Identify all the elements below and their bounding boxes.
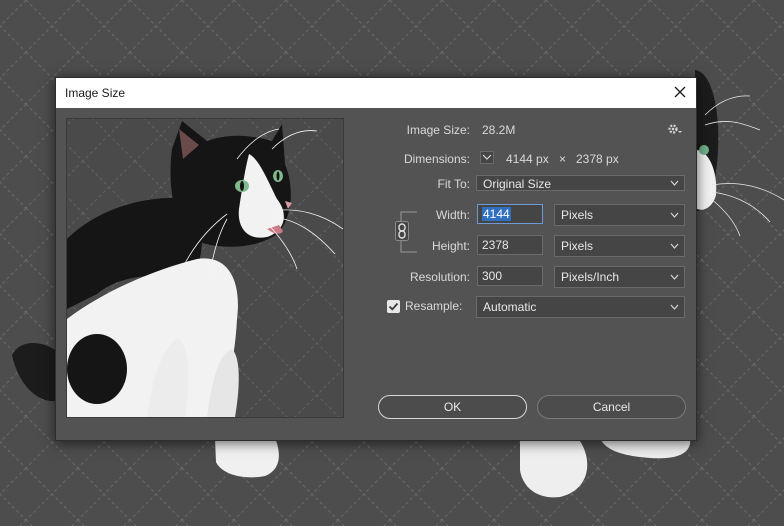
resolution-label: Resolution: xyxy=(409,270,470,284)
close-icon[interactable] xyxy=(670,82,690,102)
image-size-dialog: Image Size Image Size: 28.2M Dimensions:… xyxy=(55,77,697,441)
resolution-unit-value: Pixels/Inch xyxy=(561,270,620,284)
width-input-value: 4144 xyxy=(482,207,511,221)
height-input[interactable]: 2378 xyxy=(477,235,543,255)
checkmark-icon xyxy=(388,302,399,311)
fit-to-value: Original Size xyxy=(483,177,552,191)
resample-checkbox[interactable] xyxy=(387,300,400,313)
fit-to-label: Fit To: xyxy=(437,177,470,191)
dialog-titlebar: Image Size xyxy=(56,78,696,108)
cat-preview-image xyxy=(67,119,343,417)
height-label: Height: xyxy=(431,239,470,253)
link-icon[interactable] xyxy=(395,221,409,241)
width-label: Width: xyxy=(435,208,470,222)
image-preview[interactable] xyxy=(66,118,344,418)
chevron-down-icon xyxy=(670,243,679,249)
chevron-down-icon xyxy=(670,274,679,280)
height-unit-select[interactable]: Pixels xyxy=(554,235,685,257)
image-size-value: 28.2M xyxy=(482,123,516,137)
chevron-down-icon xyxy=(670,304,679,310)
height-unit-value: Pixels xyxy=(561,239,594,253)
ok-button[interactable]: OK xyxy=(378,395,527,419)
resample-select[interactable]: Automatic xyxy=(476,296,685,318)
dialog-title: Image Size xyxy=(65,86,126,100)
image-size-label: Image Size: xyxy=(406,123,470,137)
resolution-input[interactable]: 300 xyxy=(477,266,543,286)
fit-to-select[interactable]: Original Size xyxy=(476,175,685,191)
dimensions-label: Dimensions: xyxy=(403,152,470,166)
width-unit-select[interactable]: Pixels xyxy=(554,204,685,226)
dimensions-times: × xyxy=(559,152,567,166)
resolution-input-value: 300 xyxy=(482,269,503,283)
cancel-button[interactable]: Cancel xyxy=(537,395,686,419)
resample-label: Resample: xyxy=(405,299,463,313)
chevron-down-icon[interactable] xyxy=(480,151,494,164)
resample-value: Automatic xyxy=(483,300,537,314)
width-unit-value: Pixels xyxy=(561,208,594,222)
dimensions-height: 2378 px xyxy=(576,152,619,166)
chevron-down-icon xyxy=(670,180,679,186)
gear-icon[interactable] xyxy=(667,123,683,135)
height-input-value: 2378 xyxy=(482,238,509,252)
chevron-down-icon xyxy=(670,212,679,218)
dimensions-width: 4144 px xyxy=(506,152,549,166)
resolution-unit-select[interactable]: Pixels/Inch xyxy=(554,266,685,288)
width-input[interactable]: 4144 xyxy=(477,204,543,224)
